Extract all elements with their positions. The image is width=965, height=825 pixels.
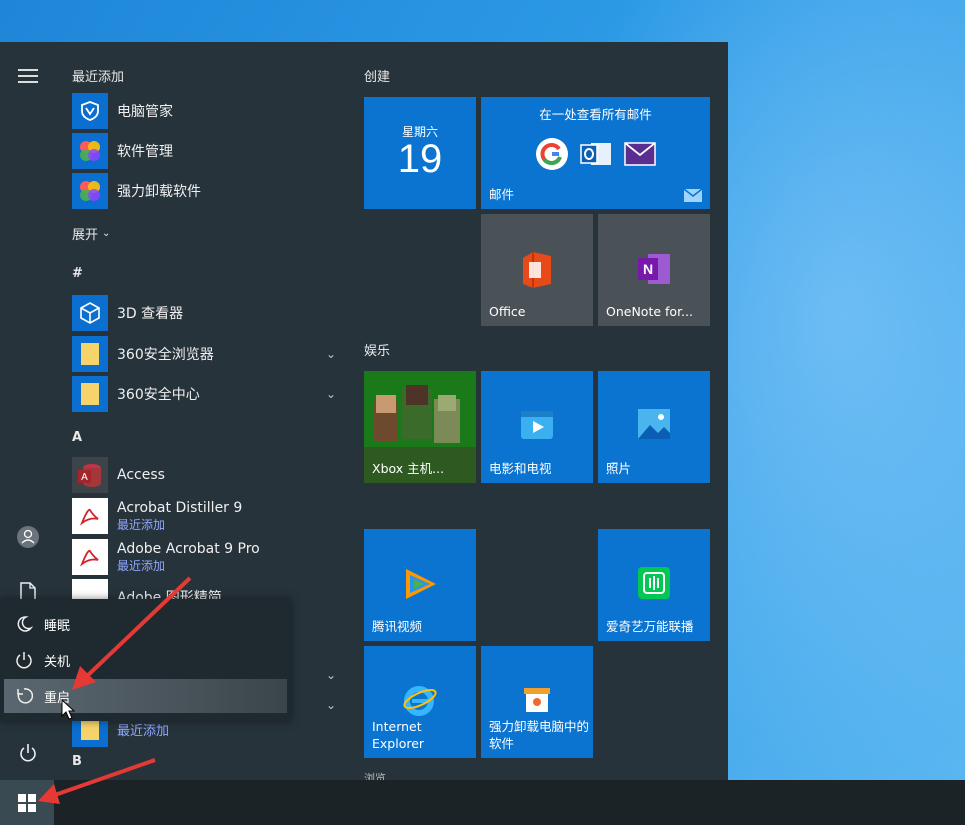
group-header-b[interactable]: B [72, 754, 82, 769]
app-item-acrobat-pro[interactable]: Adobe Acrobat 9 Pro 最近添加 [72, 538, 346, 576]
onenote-icon: N [638, 254, 670, 284]
onenote-label: OneNote for... [606, 304, 693, 319]
google-icon [536, 138, 568, 170]
ie-label: Internet Explorer [372, 719, 425, 751]
onenote-tile[interactable]: N OneNote for... [598, 214, 710, 326]
app-item-pc-manager[interactable]: 电脑管家 [72, 92, 346, 130]
mail-label: 邮件 [489, 187, 515, 202]
mail-header: 在一处查看所有邮件 [539, 107, 652, 122]
office-tile[interactable]: Office [481, 214, 593, 326]
power-flyout-menu: 睡眠 关机 重启 [0, 599, 291, 721]
shield-v-icon [72, 93, 108, 129]
office-label: Office [489, 304, 526, 319]
windows-logo-icon [18, 793, 36, 812]
section-entertainment: 娱乐 [364, 344, 391, 359]
svg-text:A: A [81, 472, 88, 483]
power-item-label: 重启 [44, 690, 71, 706]
app-name: Access [117, 467, 165, 483]
app-name: 360安全浏览器 [117, 347, 214, 363]
app-item-3d-viewer[interactable]: 3D 查看器 [72, 294, 346, 332]
photo-icon [638, 409, 670, 439]
mail-providers [535, 137, 657, 171]
iqiyi-label: 爱奇艺万能联播 [606, 619, 694, 634]
app-name: 软件管理 [117, 144, 173, 160]
app-name: Adobe Acrobat 9 Pro [117, 540, 260, 557]
mail-badge-icon [684, 189, 702, 202]
hamburger-menu-icon[interactable] [14, 62, 42, 90]
power-item-label: 睡眠 [44, 618, 71, 634]
tencent-video-tile[interactable]: 腾讯视频 [364, 529, 476, 641]
restart-icon [4, 687, 44, 705]
mail-tile[interactable]: 在一处查看所有邮件 邮件 [481, 97, 710, 209]
group-header-hash[interactable]: # [72, 266, 83, 281]
power-item-sleep[interactable]: 睡眠 [4, 607, 287, 641]
chevron-down-icon[interactable]: ⌄ [326, 347, 336, 361]
internet-explorer-icon [403, 686, 437, 716]
power-item-shutdown[interactable]: 关机 [4, 643, 287, 677]
photos-tile[interactable]: 照片 [598, 371, 710, 483]
folder-icon [72, 376, 108, 412]
chevron-down-icon: ⌄ [102, 228, 111, 239]
svg-text:N: N [643, 261, 653, 277]
cube-icon [72, 295, 108, 331]
power-icon[interactable] [14, 739, 42, 767]
app-name: 电脑管家 [117, 104, 173, 120]
app-name: 强力卸载软件 [117, 184, 201, 200]
xbox-tile[interactable]: Xbox 主机... [364, 371, 476, 483]
uninstall-label: 强力卸载电脑中的软件 [489, 719, 590, 751]
app-name: 3D 查看器 [117, 306, 184, 322]
chevron-down-icon[interactable]: ⌄ [326, 668, 336, 682]
colorful-blocks-icon [72, 173, 108, 209]
pdf-icon [72, 498, 108, 534]
uninstall-tile[interactable]: 强力卸载电脑中的软件 [481, 646, 593, 758]
calendar-tile[interactable]: 星期六 19 [364, 97, 476, 209]
power-icon [4, 651, 44, 669]
outlook-icon [580, 143, 611, 165]
pdf-icon [72, 539, 108, 575]
app-item-uninstaller[interactable]: 强力卸载软件 [72, 172, 346, 210]
movies-tile[interactable]: 电影和电视 [481, 371, 593, 483]
app-name: 360安全中心 [117, 387, 200, 403]
iqiyi-tile[interactable]: 爱奇艺万能联播 [598, 529, 710, 641]
moon-icon [4, 615, 44, 633]
office-icon [523, 252, 551, 288]
app-item-360-security[interactable]: 360安全中心 ⌄ [72, 375, 346, 413]
app-item-access[interactable]: A Access [72, 456, 346, 494]
app-item-acrobat-distiller[interactable]: Acrobat Distiller 9 最近添加 [72, 497, 346, 535]
app-name: Acrobat Distiller 9 [117, 499, 243, 516]
xbox-label: Xbox 主机... [372, 461, 445, 476]
tencent-video-icon [406, 569, 436, 599]
access-icon: A [72, 457, 108, 493]
start-button[interactable] [0, 780, 54, 825]
expand-label: 展开 [72, 228, 99, 243]
tencent-video-label: 腾讯视频 [372, 619, 423, 634]
ie-tile[interactable]: Internet Explorer [364, 646, 476, 758]
recently-added-label: 最近添加 [117, 517, 166, 532]
folder-icon [72, 336, 108, 372]
chevron-down-icon[interactable]: ⌄ [326, 387, 336, 401]
taskbar [0, 780, 965, 825]
section-create: 创建 [364, 70, 391, 85]
recently-added-label: 最近添加 [117, 558, 166, 573]
movies-label: 电影和电视 [489, 461, 552, 476]
power-item-label: 关机 [44, 654, 71, 670]
user-avatar-icon[interactable] [14, 523, 42, 551]
power-item-restart[interactable]: 重启 [4, 679, 287, 713]
film-icon [521, 411, 553, 439]
recent-header: 最近添加 [72, 70, 125, 85]
tiles-area: 创建 星期六 19 在一处查看所有邮件 邮件 Office N OneNote … [364, 42, 728, 785]
app-item-software-manager[interactable]: 软件管理 [72, 132, 346, 170]
photos-label: 照片 [606, 461, 632, 476]
group-header-a[interactable]: A [72, 430, 82, 445]
iqiyi-icon [638, 567, 670, 599]
mail-envelope-icon [624, 142, 656, 166]
recycle-box-icon [524, 688, 550, 712]
recently-added-label: 最近添加 [117, 723, 170, 739]
calendar-day-number: 19 [397, 137, 443, 181]
expand-button[interactable]: 展开 ⌄ [72, 224, 110, 243]
app-item-360-browser[interactable]: 360安全浏览器 ⌄ [72, 335, 346, 373]
colorful-blocks-icon [72, 133, 108, 169]
